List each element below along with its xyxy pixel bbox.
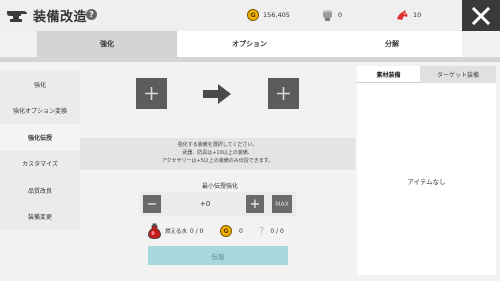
sidebar: 強化 強化オプション変換 強化伝授 カスタマイズ 品質改良 装備変更 <box>0 71 80 231</box>
tab-option[interactable]: オプション <box>177 31 322 57</box>
cost-value: 0 / 0 <box>270 227 284 235</box>
cost-gold: G 0 <box>220 224 243 238</box>
decrement-button[interactable]: − <box>143 195 161 213</box>
cost-value: 0 / 0 <box>189 227 204 235</box>
sidebar-item-enhance[interactable]: 強化 <box>0 71 80 98</box>
header-bar: 装備改造 ? G 156,405 0 10 <box>0 0 500 31</box>
dragon-icon <box>397 10 408 20</box>
plus-icon <box>145 87 158 100</box>
main-tabs: 強化 オプション 分解 <box>0 31 500 57</box>
dragon-resource: 10 <box>396 8 421 22</box>
empty-list-text: アイテムなし <box>407 178 446 186</box>
page-title: 装備改造 <box>33 10 88 25</box>
min-transfer-value: +0 <box>199 200 211 208</box>
hint-line: 強化する装備を選択してください。 <box>177 142 258 148</box>
fist-resource: 0 <box>321 8 342 22</box>
hint-line: アクセサリーは+5以上の装備のみ伝授できます。 <box>161 158 274 164</box>
sidebar-item-transfer[interactable]: 強化伝授 <box>0 124 80 151</box>
increment-button[interactable]: + <box>246 195 264 213</box>
hint-line: 武器、防具は+10以上の装備、 <box>182 150 253 156</box>
sidebar-item-equip-change[interactable]: 装備変更 <box>0 204 80 231</box>
tab-underline <box>0 57 500 62</box>
potion-icon <box>148 223 161 239</box>
cost-unknown-item: ? 0 / 0 <box>259 224 284 238</box>
close-button[interactable] <box>462 0 500 31</box>
anvil-icon <box>7 11 27 22</box>
min-transfer-label: 最小伝授強化 <box>201 183 238 190</box>
hint-panel: 強化する装備を選択してください。 武器、防具は+10以上の装備、 アクセサリーは… <box>80 138 355 170</box>
sidebar-item-customize[interactable]: カスタマイズ <box>0 151 80 178</box>
equipment-list-panel: 素材装備 ターゲット装備 アイテムなし <box>357 66 496 275</box>
target-equipment-slot[interactable] <box>268 78 299 109</box>
tab-disassemble[interactable]: 分解 <box>322 31 462 57</box>
gold-resource: G 156,405 <box>247 8 290 22</box>
arrow-right-icon <box>203 84 231 104</box>
tab-material-equipment[interactable]: 素材装備 <box>357 66 420 83</box>
max-button[interactable]: MAX <box>272 195 292 213</box>
source-equipment-slot[interactable] <box>136 78 167 109</box>
tab-enhance[interactable]: 強化 <box>37 31 177 57</box>
dragon-amount: 10 <box>413 11 422 19</box>
unknown-item-icon: ? <box>259 225 265 237</box>
transfer-button[interactable]: 伝授 <box>148 246 288 265</box>
question-icon[interactable]: ? <box>86 9 97 20</box>
sidebar-item-option-convert[interactable]: 強化オプション変換 <box>0 98 80 125</box>
fist-amount: 0 <box>338 11 343 19</box>
cost-label: 燃える水 <box>165 229 187 235</box>
cost-value: 0 <box>239 227 243 235</box>
fist-icon <box>323 10 332 21</box>
close-icon <box>472 6 490 25</box>
gold-coin-icon: G <box>247 9 259 21</box>
plus-icon <box>277 87 290 100</box>
tab-target-equipment[interactable]: ターゲット装備 <box>420 66 496 83</box>
gold-amount: 156,405 <box>263 11 290 19</box>
sidebar-item-quality[interactable]: 品質改良 <box>0 177 80 204</box>
gold-coin-icon: G <box>220 225 232 237</box>
cost-burning-water: 燃える水 0 / 0 <box>148 223 204 239</box>
